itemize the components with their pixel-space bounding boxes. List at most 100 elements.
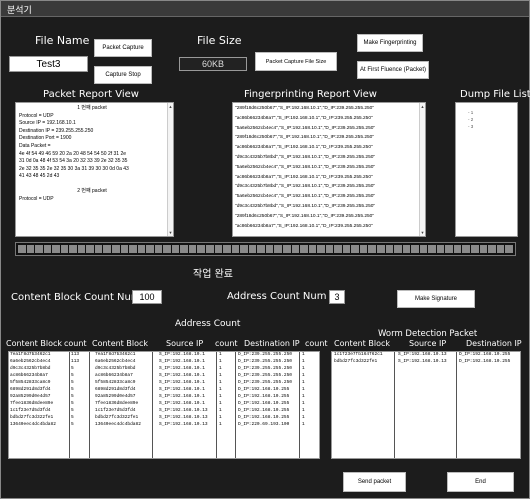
at-first-fluence-button[interactable]: At First Fluence (Packet) xyxy=(357,61,429,79)
file-name-field[interactable]: Test3 xyxy=(9,56,88,72)
end-button[interactable]: End xyxy=(447,472,514,492)
source-ip-cell: S_IP:192.168.10.1 xyxy=(159,366,205,371)
content-count-cell: 5 xyxy=(71,387,74,392)
capture-stop-button[interactable]: Capture Stop xyxy=(94,66,152,84)
packet-report-line: 31 0d 0a 48 4f 53 54 3a 20 32 33 39 2e 3… xyxy=(19,158,128,165)
fingerprinting-report-panel[interactable]: "289f18d6c250b67","S_IP:192.168.10.1","D… xyxy=(232,102,426,237)
send-packet-button[interactable]: Send packet xyxy=(343,472,406,492)
destination-count-cell: 1 xyxy=(302,366,305,371)
progress-segment xyxy=(419,245,428,253)
source-count-cell: 1 xyxy=(219,387,222,392)
source-count-cell: 1 xyxy=(219,380,222,385)
scroll-up-icon[interactable]: ▲ xyxy=(420,104,425,109)
fingerprint-line: "289f18d6c250b67","S_IP:192.168.10.1","D… xyxy=(235,106,375,111)
header-content-count: count xyxy=(64,339,87,348)
source-ip-column: S_IP:192.168.10.1 S_IP:192.168.10.1 S_IP:1… xyxy=(159,352,208,458)
make-signature-button[interactable]: Make Signature xyxy=(397,290,475,308)
worm-detection-table[interactable]: 1c1f23e7fb164f62c1 bdbd27fc3d322fe1 S_IP:… xyxy=(331,351,521,459)
destination-count-cell: 1 xyxy=(302,415,305,420)
content-block-cell: ac86b66234b8a7 xyxy=(10,373,48,378)
progress-segment xyxy=(112,245,120,253)
file-size-field: 60KB xyxy=(179,57,247,71)
progress-segment xyxy=(411,245,419,253)
destination-ip-cell: D_IP:239.255.255.250 xyxy=(238,359,293,364)
source-count-cell: 1 xyxy=(219,422,222,427)
progress-segment xyxy=(35,245,43,253)
progress-segment xyxy=(146,245,154,253)
file-size-label: File Size xyxy=(197,34,242,47)
content-block-cell: 5f58542833ca8c9 xyxy=(95,380,136,385)
fingerprint-line: "5a6eb2562cb4ec4","S_IP:192.168.10.1","D… xyxy=(235,125,376,131)
progress-segment xyxy=(43,245,52,253)
progress-segment xyxy=(300,245,308,253)
address-count-table[interactable]: 7ea1f8d7b3462c1 6a6eb2562cb4ec4 d9c3c4325b… xyxy=(8,351,320,459)
progress-segment xyxy=(154,245,163,253)
source-ip-cell: S_IP:192.168.10.13 xyxy=(159,415,208,420)
packet-capture-button[interactable]: Packet Capture xyxy=(94,39,152,57)
progress-segment xyxy=(197,245,206,253)
packet-report-line: 41 43 48 45 2d 43 xyxy=(19,173,60,180)
destination-ip-cell: D_IP:239.255.255.250 xyxy=(238,373,293,378)
header-content-block-2: Content Block xyxy=(92,339,148,348)
address-count-field[interactable]: 3 xyxy=(329,290,345,304)
content-count-cell: 5 xyxy=(71,366,74,371)
progress-segment xyxy=(368,245,376,253)
fingerprint-line: "ac86b66234b8a7","S_IP:192.168.10.1","D_… xyxy=(235,145,373,151)
content-count-cell: 5 xyxy=(71,394,74,399)
make-fingerprinting-button[interactable]: Make Fingerprinting xyxy=(357,34,423,52)
progress-segment xyxy=(248,245,257,253)
source-count-cell: 1 xyxy=(219,408,222,413)
scroll-down-icon[interactable]: ▼ xyxy=(420,230,425,235)
progress-segment xyxy=(103,245,112,253)
progress-segment xyxy=(291,245,300,253)
content-block-cell: 92a85299d0e4d57 xyxy=(10,394,51,399)
progress-segment xyxy=(325,245,334,253)
progress-segment xyxy=(231,245,240,253)
worm-detection-packet-label: Worm Detection Packet xyxy=(378,329,478,339)
progress-segment xyxy=(445,245,453,253)
destination-count-cell: 1 xyxy=(302,422,305,427)
fingerprint-line: "289f18d6c250b67","S_IP:192.168.10.1","D… xyxy=(235,213,375,219)
destination-ip-cell: D_IP:239.255.255.250 xyxy=(238,352,293,357)
progress-segment xyxy=(120,245,129,253)
file-name-label: File Name xyxy=(35,34,90,47)
packet-report-scrollbar[interactable]: ▲ ▼ xyxy=(167,103,173,236)
destination-ip-cell: D_IP:220.69.193.100 xyxy=(238,422,290,427)
progress-segment xyxy=(428,245,436,253)
source-ip-cell: S_IP:192.168.10.1 xyxy=(159,387,205,392)
address-count-label: Address Count xyxy=(175,319,241,329)
progress-segment xyxy=(257,245,265,253)
source-ip-cell: S_IP:192.168.10.1 xyxy=(159,373,205,378)
content-count-cell: 113 xyxy=(71,359,80,364)
content-block-cell: 1c1f23e7d5d3fd4 xyxy=(95,408,136,413)
packet-capture-file-size-button[interactable]: Packet Capture File Size xyxy=(255,52,337,71)
dump-file-item: - 2 xyxy=(468,117,474,122)
address-count-num-label: Address Count Num xyxy=(227,291,327,302)
scroll-up-icon[interactable]: ▲ xyxy=(168,104,173,109)
fingerprinting-scrollbar[interactable]: ▲ ▼ xyxy=(419,103,425,236)
content-block-cell: 13640eec4dc4bda82 xyxy=(95,422,141,427)
dump-file-list-items: - 1 - 2 - 3 xyxy=(468,110,517,131)
content-block-count-field[interactable]: 100 xyxy=(132,290,162,304)
source-count-cell: 1 xyxy=(219,366,222,371)
progress-segment xyxy=(385,245,394,253)
packet-report-line: Source IP = 192.168.10.1 xyxy=(19,120,76,127)
progress-segment xyxy=(171,245,180,253)
dump-file-list-panel[interactable]: - 1 - 2 - 3 xyxy=(455,102,518,237)
packet-report-line: 2e 32 35 35 2e 32 35 30 3a 31 39 30 30 0… xyxy=(19,165,129,172)
destination-ip-cell: D_IP:192.168.10.255 xyxy=(238,394,290,399)
progress-segment xyxy=(214,245,223,253)
dump-file-list-label: Dump File List xyxy=(460,89,530,100)
source-count-cell: 1 xyxy=(219,415,222,420)
header-destination-ip: Destination IP xyxy=(244,339,300,348)
packet-report-line: Destination IP = 239.255.255.250 xyxy=(19,127,94,134)
content-block-count-num-label: Content Block Count Num xyxy=(11,292,141,303)
packet-report-panel[interactable]: 1 번째 packet Protocol = UDP Source IP = 192… xyxy=(15,102,174,237)
progress-segment xyxy=(240,245,248,253)
scroll-down-icon[interactable]: ▼ xyxy=(168,230,173,235)
content-block-cell: 7fee1836d8dee89e xyxy=(10,401,54,406)
dump-file-item: - 3 xyxy=(468,124,474,129)
content-block-column-2: 7ea1f8d7b3462c1 6a6eb2562cb4ec4 d9c3c4325b… xyxy=(95,352,141,458)
progress-segment xyxy=(18,245,26,253)
progress-segment xyxy=(496,245,505,253)
